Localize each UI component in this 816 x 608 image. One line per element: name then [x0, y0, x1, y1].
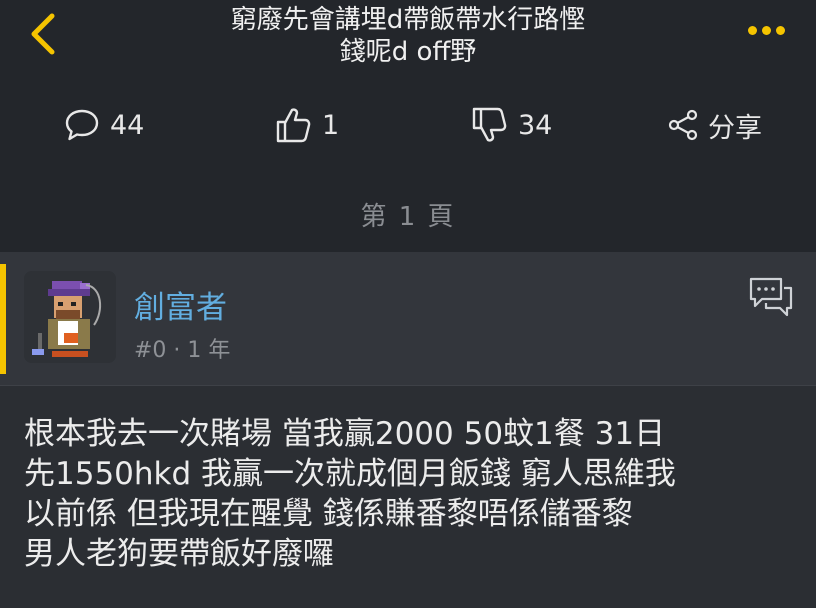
- more-dot-icon: [776, 26, 785, 35]
- quote-bubbles-icon: [749, 277, 793, 317]
- like-button[interactable]: 1: [274, 104, 339, 146]
- avatar-image: [24, 271, 116, 363]
- thread-header: 窮廢先會講埋d帶飯帶水行路慳 錢呢d off野 44 1 34 分享 第 1 頁: [0, 0, 816, 252]
- share-button[interactable]: 分享: [668, 104, 762, 146]
- post-content: 根本我去一次賭場 當我贏2000 50蚊1餐 31日 先1550hkd 我贏一次…: [24, 414, 794, 574]
- likes-count: 1: [322, 109, 340, 141]
- avatar[interactable]: [24, 271, 116, 363]
- share-label: 分享: [708, 112, 762, 144]
- dislike-button[interactable]: 34: [470, 104, 552, 146]
- thread-title-line-1: 窮廢先會講埋d帶飯帶水行路慳: [230, 5, 586, 35]
- page-indicator: 第 1 頁: [360, 202, 456, 232]
- username[interactable]: 創富者: [134, 282, 227, 327]
- thumbs-up-icon: [276, 108, 311, 143]
- more-options-button[interactable]: [748, 20, 796, 40]
- more-dot-icon: [748, 26, 757, 35]
- dislikes-count: 34: [518, 109, 553, 141]
- reply-quote-button[interactable]: [748, 276, 794, 320]
- more-dot-icon: [762, 26, 771, 35]
- thread-title: 窮廢先會講埋d帶飯帶水行路慳 錢呢d off野: [120, 4, 696, 68]
- chevron-left-icon: [31, 13, 55, 55]
- post-header: 創富者 #0 · 1 年: [0, 252, 816, 386]
- thumbs-down-icon: [472, 107, 507, 142]
- comments-count: 44: [110, 109, 145, 141]
- comments-button[interactable]: 44: [64, 104, 144, 146]
- comment-bubble-icon: [65, 109, 99, 141]
- thread-title-line-2: 錢呢d off野: [339, 37, 477, 67]
- share-icon: [668, 109, 698, 141]
- post-content-line: 男人老狗要帶飯好廢囉: [24, 536, 334, 572]
- post-meta: #0 · 1 年: [134, 338, 231, 363]
- post-content-line: 先1550hkd 我贏一次就成個月飯錢 窮人思維我: [24, 456, 676, 492]
- back-button[interactable]: [22, 10, 66, 58]
- post-content-line: 根本我去一次賭場 當我贏2000 50蚊1餐 31日: [24, 416, 666, 452]
- post-accent-bar: [0, 264, 6, 374]
- thread-stats-bar: 44 1 34 分享: [0, 104, 816, 146]
- post-content-line: 以前係 但我現在醒覺 錢係賺番黎唔係儲番黎: [24, 496, 633, 532]
